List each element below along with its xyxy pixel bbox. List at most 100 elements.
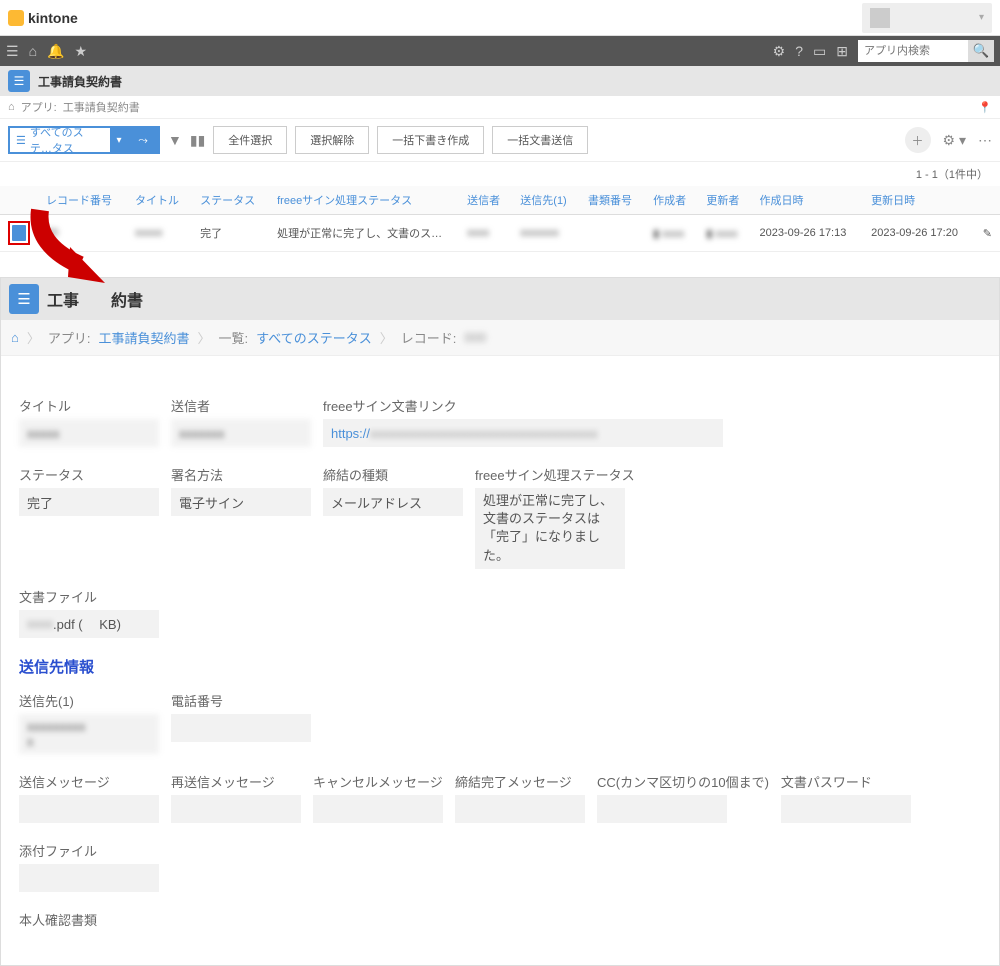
bc-list-link[interactable]: すべてのステータス: [256, 328, 372, 347]
chart-icon[interactable]: ▮▮: [190, 132, 205, 149]
value-sender: xxxxxxx: [171, 419, 311, 447]
value-send-msg: [19, 795, 159, 823]
bc-record: レコード:: [401, 328, 457, 347]
value-complete-msg: [455, 795, 585, 823]
bulk-send-button[interactable]: 一括文書送信: [492, 126, 588, 154]
detail-form: タイトルxxxxx 送信者xxxxxxx freeeサイン文書リンクhttps:…: [1, 356, 999, 965]
table-row: 00 xxxxx 完了 処理が正常に完了し、文書のステータスは「完了」になりま……: [0, 215, 1000, 252]
col-sender[interactable]: 送信者: [459, 186, 512, 215]
search-button[interactable]: 🔍: [968, 40, 994, 62]
label-resend-msg: 再送信メッセージ: [171, 772, 301, 791]
global-nav: ☰ ⌂ 🔔 ★ ⚙ ? ▭ ⊞ 🔍: [0, 36, 1000, 66]
app-title: 工事請負契約書: [38, 73, 122, 90]
mobile-icon[interactable]: ▭: [813, 43, 826, 60]
col-status[interactable]: ステータス: [192, 186, 269, 215]
view-selector[interactable]: ☰すべてのステ…タス ▾ ⤳: [8, 126, 160, 154]
cell-doc-no: [580, 215, 645, 252]
brand-bar: kintone ▾: [0, 0, 1000, 36]
cell-sender: xxxx: [459, 215, 512, 252]
breadcrumb: ⌂ アプリ: 工事請負契約書 📍: [0, 96, 1000, 118]
breadcrumb-app-prefix: アプリ:: [21, 99, 57, 115]
col-updated[interactable]: 更新日時: [863, 186, 975, 215]
pager: 1 - 1（1件中）: [0, 162, 1000, 186]
label-cancel-msg: キャンセルメッセージ: [313, 772, 443, 791]
col-title[interactable]: タイトル: [127, 186, 192, 215]
detail-title: 工事 約書: [47, 287, 143, 311]
label-title: タイトル: [19, 396, 159, 415]
more-icon[interactable]: ⋯: [978, 132, 992, 149]
search-input[interactable]: [858, 40, 968, 62]
col-updater[interactable]: 更新者: [698, 186, 751, 215]
star-icon[interactable]: ★: [74, 43, 87, 60]
value-dest1: xxxxxxxxxx: [19, 714, 159, 754]
cell-title: xxxxx: [127, 215, 192, 252]
value-freee-status: 処理が正常に完了し、文書のステータスは「完了」になりました。: [475, 488, 625, 569]
filter-icon[interactable]: ▼: [168, 132, 182, 148]
graph-icon[interactable]: ⤳: [128, 128, 158, 152]
select-all-button[interactable]: 全件選択: [213, 126, 287, 154]
add-record-button[interactable]: ＋: [905, 127, 931, 153]
value-title: xxxxx: [19, 419, 159, 447]
value-resend-msg: [171, 795, 301, 823]
help-icon[interactable]: ?: [795, 43, 803, 59]
label-dest1: 送信先(1): [19, 691, 159, 710]
label-complete-msg: 締結完了メッセージ: [455, 772, 585, 791]
pin-icon[interactable]: 📍: [978, 101, 992, 114]
bell-icon[interactable]: 🔔: [47, 43, 64, 60]
home-icon[interactable]: ⌂: [29, 43, 37, 59]
apps-icon[interactable]: ⊞: [836, 43, 848, 60]
value-doc-file[interactable]: xxxx.pdf ( KB): [19, 610, 159, 638]
gear-icon[interactable]: ⚙ ▾: [943, 132, 966, 149]
list-toolbar: ☰すべてのステ…タス ▾ ⤳ ▼ ▮▮ 全件選択 選択解除 一括下書き作成 一括…: [0, 118, 1000, 162]
value-status: 完了: [19, 488, 159, 516]
value-attachment: [19, 864, 159, 892]
breadcrumb-app[interactable]: 工事請負契約書: [63, 99, 140, 115]
menu-icon[interactable]: ☰: [6, 43, 19, 60]
cell-dest1: xxxxxxx: [512, 215, 580, 252]
col-freee-status[interactable]: freeeサイン処理ステータス: [269, 186, 459, 215]
cell-updater: ▮ xxxx: [698, 215, 751, 252]
bc-app-prefix: アプリ:: [48, 328, 91, 347]
gear-icon[interactable]: ⚙: [773, 43, 786, 60]
record-table: レコード番号 タイトル ステータス freeeサイン処理ステータス 送信者 送信…: [0, 186, 1000, 252]
open-detail-button[interactable]: [8, 221, 30, 245]
label-sign-method: 署名方法: [171, 465, 311, 484]
label-doc-file: 文書ファイル: [19, 587, 159, 606]
col-created[interactable]: 作成日時: [752, 186, 864, 215]
brand-text: kintone: [28, 10, 78, 26]
chevron-down-icon[interactable]: ▾: [110, 128, 128, 152]
app-search: 🔍: [858, 40, 994, 62]
col-doc-no[interactable]: 書類番号: [580, 186, 645, 215]
bc-app-link[interactable]: 工事請負契約書: [99, 328, 190, 347]
value-contract-type: メールアドレス: [323, 488, 463, 516]
label-freee-status: freeeサイン処理ステータス: [475, 465, 635, 484]
user-menu[interactable]: ▾: [862, 3, 992, 33]
bc-record-id: 000: [464, 330, 486, 345]
cell-updated: 2023-09-26 17:20: [863, 215, 975, 252]
record-detail-panel: ☰ 工事 約書 ⌂ 〉 アプリ: 工事請負契約書 〉 一覧: すべてのステータス…: [0, 277, 1000, 966]
label-send-msg: 送信メッセージ: [19, 772, 159, 791]
col-dest1[interactable]: 送信先(1): [512, 186, 580, 215]
label-cc: CC(カンマ区切りの10個まで): [597, 772, 769, 791]
view-icon: ☰: [16, 134, 26, 147]
brand-logo[interactable]: kintone: [8, 10, 78, 26]
section-dest-info: 送信先情報: [19, 656, 981, 677]
value-freee-link[interactable]: https://xxxxxxxxxxxxxxxxxxxxxxxxxxxxxxxx…: [323, 419, 723, 447]
bulk-draft-button[interactable]: 一括下書き作成: [377, 126, 484, 154]
home-icon[interactable]: ⌂: [8, 101, 15, 113]
home-icon[interactable]: ⌂: [11, 330, 19, 345]
cell-status: 完了: [192, 215, 269, 252]
label-contract-type: 締結の種類: [323, 465, 463, 484]
value-sign-method: 電子サイン: [171, 488, 311, 516]
edit-button[interactable]: ✎: [975, 215, 1000, 252]
col-creator[interactable]: 作成者: [645, 186, 698, 215]
bc-list-prefix: 一覧:: [219, 328, 249, 347]
label-identity: 本人確認書類: [19, 910, 97, 929]
col-record-no[interactable]: レコード番号: [38, 186, 127, 215]
chevron-down-icon: ▾: [979, 12, 984, 23]
detail-breadcrumb: ⌂ 〉 アプリ: 工事請負契約書 〉 一覧: すべてのステータス 〉 レコード:…: [1, 320, 999, 356]
deselect-button[interactable]: 選択解除: [295, 126, 369, 154]
label-attachment: 添付ファイル: [19, 841, 159, 860]
cell-creator: ▮ xxxx: [645, 215, 698, 252]
detail-title-bar: ☰ 工事 約書: [1, 278, 999, 320]
